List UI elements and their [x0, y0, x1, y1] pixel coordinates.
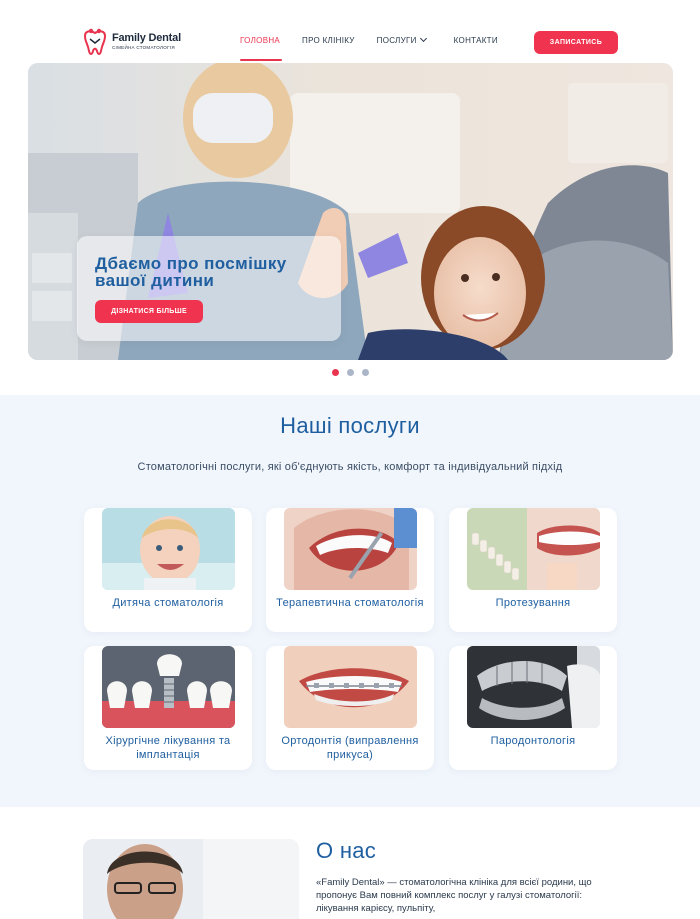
- service-label: Ортодонтія (виправлення прикуса): [281, 735, 419, 761]
- service-image-pediatric: [102, 508, 235, 590]
- service-image-orthodontics: [284, 646, 417, 728]
- service-card-orthodontics[interactable]: Ортодонтія (виправлення прикуса): [266, 646, 434, 770]
- service-image-prosthetics: [467, 508, 600, 590]
- slider-dots: [332, 369, 377, 376]
- learn-more-button[interactable]: ДІЗНАТИСЯ БІЛЬШЕ: [95, 300, 203, 323]
- main-nav: ГОЛОВНА ПРО КЛІНІКУ ПОСЛУГИ КОНТАКТИ: [240, 34, 498, 61]
- services-subtitle: Стоматологічні послуги, які об'єднують я…: [137, 461, 563, 473]
- site-header: Family Dental СІМЕЙНА СТОМАТОЛОГІЯ ГОЛОВ…: [0, 0, 700, 62]
- chevron-down-icon: [419, 34, 427, 43]
- about-text: «Family Dental» — стоматологічна клініка…: [316, 877, 592, 914]
- nav-item-contacts[interactable]: КОНТАКТИ: [454, 36, 498, 45]
- services-title: Наші послуги: [280, 413, 420, 438]
- service-label: Хірургічне лікування та імплантація: [105, 735, 231, 761]
- slider-dot-1[interactable]: [332, 369, 339, 376]
- about-image: [83, 839, 299, 919]
- service-image-periodontology: [467, 646, 600, 728]
- logo-tooth-icon: [83, 28, 107, 55]
- service-card-prosthetics[interactable]: Протезування: [449, 508, 617, 632]
- nav-item-home[interactable]: ГОЛОВНА: [240, 36, 283, 61]
- service-card-therapeutic[interactable]: Терапевтична стоматологія: [266, 508, 434, 632]
- service-label: Пародонтологія: [490, 735, 576, 747]
- service-card-pediatric[interactable]: Дитяча стоматологія: [84, 508, 252, 632]
- service-card-periodontology[interactable]: Пародонтологія: [449, 646, 617, 770]
- nav-item-about[interactable]: ПРО КЛІНІКУ: [302, 36, 355, 45]
- book-appointment-button[interactable]: ЗАПИСАТИСЬ: [534, 31, 618, 54]
- service-card-surgery[interactable]: Хірургічне лікування та імплантація: [84, 646, 252, 770]
- slider-dot-3[interactable]: [362, 369, 369, 376]
- service-image-surgery: [102, 646, 235, 728]
- nav-item-services[interactable]: ПОСЛУГИ: [376, 34, 427, 45]
- service-label: Протезування: [495, 597, 571, 609]
- hero-title: Дбаємо про посмішку вашої дитини: [95, 254, 287, 290]
- logo[interactable]: Family Dental СІМЕЙНА СТОМАТОЛОГІЯ: [82, 27, 192, 57]
- logo-title: Family Dental: [112, 32, 181, 45]
- service-image-therapeutic: [284, 508, 417, 590]
- nav-item-services-label: ПОСЛУГИ: [376, 36, 417, 45]
- service-label: Дитяча стоматологія: [112, 597, 224, 609]
- about-title: О нас: [316, 838, 377, 863]
- logo-tagline: СІМЕЙНА СТОМАТОЛОГІЯ: [112, 45, 175, 51]
- slider-dot-2[interactable]: [347, 369, 354, 376]
- service-label: Терапевтична стоматологія: [276, 597, 424, 609]
